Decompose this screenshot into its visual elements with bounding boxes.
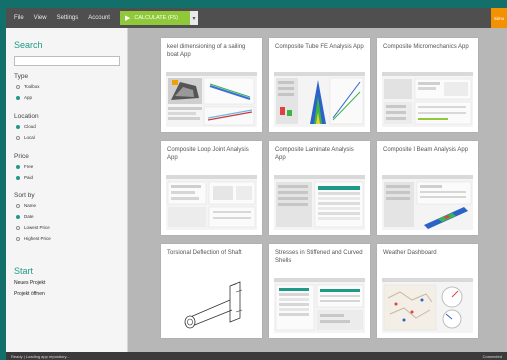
- menu-view[interactable]: View: [34, 15, 47, 21]
- type-option-label: Toolbox: [24, 84, 40, 89]
- checkbox-checked-icon: [16, 164, 20, 169]
- app-thumbnail: [382, 72, 473, 127]
- price-option-paid[interactable]: Paid: [16, 175, 33, 180]
- app-thumbnail: [274, 175, 365, 230]
- price-option-label: Free: [24, 164, 34, 169]
- search-input[interactable]: [14, 56, 120, 66]
- filter-sidebar: Search Type Toolbox App Location Cloud L…: [6, 28, 128, 352]
- radio-selected-icon: [16, 214, 20, 219]
- menu-account[interactable]: Account: [88, 15, 110, 21]
- location-option-local[interactable]: Local: [16, 135, 35, 140]
- app-card-composite-micromechanics[interactable]: Composite Micromechanics App: [377, 38, 478, 132]
- sort-option-label: Highest Price: [24, 236, 51, 241]
- location-option-label: Cloud: [24, 124, 36, 129]
- simulate-label: Simu: [493, 15, 505, 21]
- app-card-title: Weather Dashboard: [383, 250, 437, 256]
- price-heading: Price: [14, 153, 29, 160]
- app-card-title: keel dimensioning of a sailing boat App: [167, 44, 246, 58]
- simulate-button[interactable]: Simu: [491, 8, 507, 28]
- app-thumbnail: [382, 278, 473, 333]
- search-heading: Search: [14, 40, 43, 50]
- menu-settings[interactable]: Settings: [57, 15, 79, 21]
- sort-option-label: Date: [24, 214, 34, 219]
- app-card-composite-i-beam[interactable]: Composite I Beam Analysis App: [377, 141, 478, 235]
- app-thumbnail: [274, 278, 365, 333]
- sort-option-name[interactable]: Name: [16, 203, 36, 208]
- menubar: File View Settings Account ▶ CALCULATE (…: [6, 8, 507, 28]
- location-option-cloud[interactable]: Cloud: [16, 124, 36, 129]
- app-card-composite-laminate[interactable]: Composite Laminate Analysis App: [269, 141, 370, 235]
- radio-selected-icon: [16, 95, 20, 100]
- sort-option-label: Name: [24, 203, 37, 208]
- app-card-title: Composite Tube FE Analysis App: [275, 44, 364, 50]
- app-card-torsional-deflection[interactable]: Torsional Deflection of Shaft: [161, 244, 262, 338]
- sort-option-date[interactable]: Date: [16, 214, 34, 219]
- checkbox-checked-icon: [16, 175, 20, 180]
- location-option-label: Local: [24, 135, 35, 140]
- app-card-title: Composite Micromechanics App: [383, 44, 469, 50]
- app-card-title: Composite I Beam Analysis App: [383, 147, 469, 153]
- radio-icon: [16, 236, 20, 241]
- play-icon: ▶: [124, 15, 131, 22]
- open-project-link[interactable]: Projekt öffnen: [14, 291, 45, 297]
- menu-file[interactable]: File: [14, 15, 24, 21]
- app-thumbnail: [166, 175, 257, 230]
- radio-icon: [16, 225, 20, 230]
- app-gallery: keel dimensioning of a sailing boat App: [128, 28, 507, 352]
- radio-selected-icon: [16, 124, 20, 129]
- app-card-title: Composite Loop Joint Analysis App: [167, 147, 249, 161]
- app-thumbnail: [166, 72, 257, 127]
- app-card-title: Stresses in Stiffened and Curved Shells: [275, 250, 363, 264]
- status-text: Ready | Loading app repository...: [11, 353, 70, 359]
- sort-option-label: Lowest Price: [24, 225, 50, 230]
- location-heading: Location: [14, 113, 39, 120]
- start-heading: Start: [14, 266, 34, 276]
- type-option-toolbox[interactable]: Toolbox: [16, 84, 40, 89]
- app-card-keel-dimensioning[interactable]: keel dimensioning of a sailing boat App: [161, 38, 262, 132]
- price-option-label: Paid: [24, 175, 34, 180]
- connection-status: Connected: [482, 353, 502, 359]
- price-option-free[interactable]: Free: [16, 164, 33, 169]
- type-option-label: App: [24, 95, 33, 100]
- app-card-title: Torsional Deflection of Shaft: [167, 250, 242, 256]
- calculate-label: CALCULATE (F5): [134, 15, 178, 21]
- chevron-down-icon: ▾: [192, 15, 196, 22]
- type-heading: Type: [14, 73, 29, 80]
- app-thumbnail: [166, 278, 257, 333]
- app-thumbnail: [382, 175, 473, 230]
- app-card-title: Composite Laminate Analysis App: [275, 147, 354, 161]
- sort-option-lowest-price[interactable]: Lowest Price: [16, 225, 50, 230]
- calculate-dropdown-button[interactable]: ▾: [189, 11, 198, 25]
- new-project-link[interactable]: Neues Projekt: [14, 280, 45, 286]
- sort-option-highest-price[interactable]: Highest Price: [16, 236, 51, 241]
- app-card-stiffened-curved-shells[interactable]: Stresses in Stiffened and Curved Shells: [269, 244, 370, 338]
- app-window: File View Settings Account ▶ CALCULATE (…: [6, 8, 507, 360]
- radio-icon: [16, 135, 20, 140]
- sort-heading: Sort by: [14, 192, 35, 199]
- radio-icon: [16, 203, 20, 208]
- status-bar: Ready | Loading app repository... Connec…: [6, 352, 507, 360]
- type-option-app[interactable]: App: [16, 95, 32, 100]
- app-card-composite-tube-fe[interactable]: Composite Tube FE Analysis App: [269, 38, 370, 132]
- calculate-button[interactable]: ▶ CALCULATE (F5): [119, 11, 190, 25]
- radio-icon: [16, 84, 20, 89]
- app-card-composite-loop-joint[interactable]: Composite Loop Joint Analysis App: [161, 141, 262, 235]
- app-thumbnail: [274, 72, 365, 127]
- app-card-weather-dashboard[interactable]: Weather Dashboard: [377, 244, 478, 338]
